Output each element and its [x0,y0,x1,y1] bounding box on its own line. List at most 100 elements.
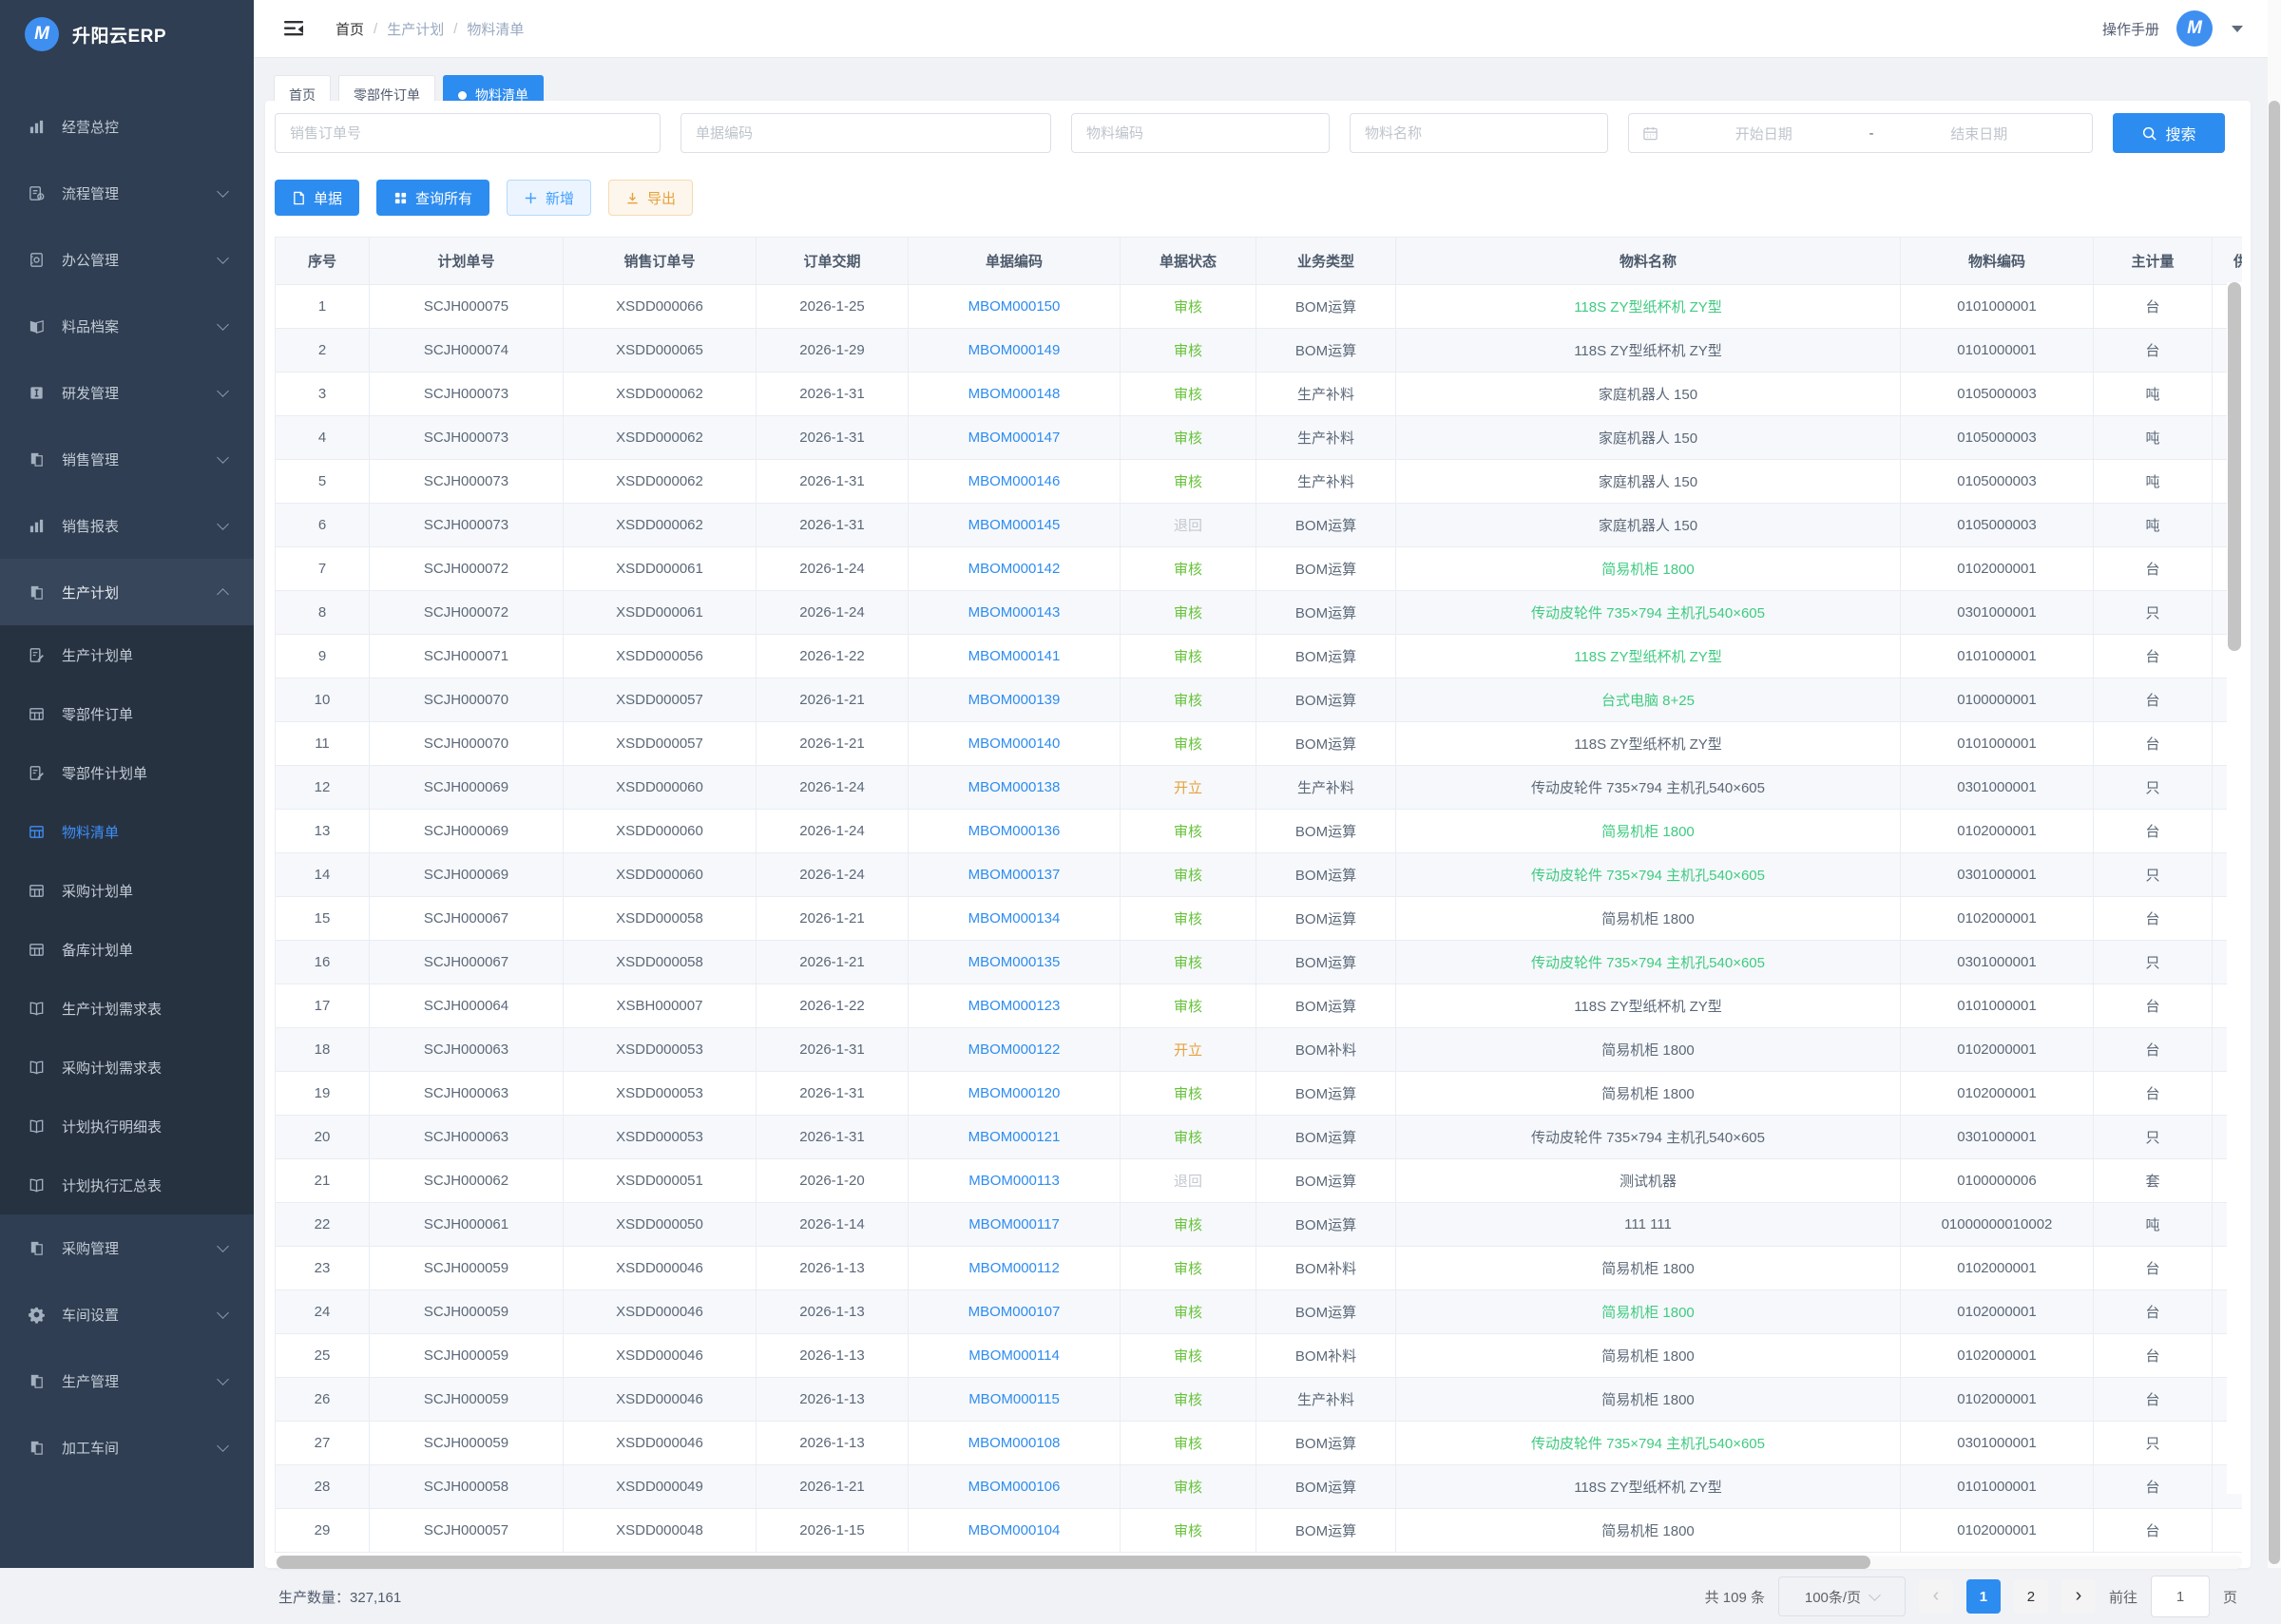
pages-icon [27,449,46,468]
cell-doc[interactable]: MBOM000123 [909,984,1121,1028]
sidebar-item-料品档案[interactable]: 料品档案 [0,293,254,359]
breadcrumb-home[interactable]: 首页 [335,19,364,39]
cell-biz: BOM运算 [1256,285,1396,329]
sidebar-item-研发管理[interactable]: 研发管理 [0,359,254,426]
cell-doc[interactable]: MBOM000112 [909,1247,1121,1290]
cell-doc[interactable]: MBOM000150 [909,285,1121,329]
start-date-placeholder[interactable]: 开始日期 [1664,124,1864,143]
cell-doc[interactable]: MBOM000147 [909,416,1121,460]
sidebar-item-生产计划[interactable]: 生产计划 [0,559,254,625]
user-avatar[interactable]: M [2176,10,2213,47]
table-horizontal-scrollbar[interactable] [277,1556,1870,1569]
cell-doc[interactable]: MBOM000145 [909,504,1121,547]
cell-doc[interactable]: MBOM000143 [909,591,1121,635]
sidebar-item-备库计划单[interactable]: 备库计划单 [0,920,254,979]
cell-due: 2026-1-21 [757,1465,909,1509]
sidebar-item-销售管理[interactable]: 销售管理 [0,426,254,492]
cell-doc[interactable]: MBOM000117 [909,1203,1121,1247]
sidebar-item-计划执行汇总表[interactable]: 计划执行汇总表 [0,1156,254,1214]
tab-零部件订单[interactable]: 零部件订单 [338,75,435,101]
sidebar-item-生产管理[interactable]: 生产管理 [0,1347,254,1414]
cell-doc[interactable]: MBOM000108 [909,1422,1121,1465]
cell-doc[interactable]: MBOM000134 [909,897,1121,941]
cell-plan: SCJH000072 [370,591,564,635]
cell-doc[interactable]: MBOM000139 [909,678,1121,722]
sidebar-item-零部件订单[interactable]: 零部件订单 [0,684,254,743]
archive-icon [27,316,46,335]
cell-doc[interactable]: MBOM000114 [909,1334,1121,1378]
export-button[interactable]: 导出 [608,180,693,216]
page-scrollbar-track [2268,0,2281,1568]
search-button[interactable]: 搜索 [2113,113,2225,153]
sidebar-item-经营总控[interactable]: 经营总控 [0,93,254,160]
cell-doc[interactable]: MBOM000115 [909,1378,1121,1422]
cell-doc[interactable]: MBOM000121 [909,1116,1121,1159]
page-scrollbar[interactable] [2269,101,2280,1564]
sidebar-item-零部件计划单[interactable]: 零部件计划单 [0,743,254,802]
manual-link[interactable]: 操作手册 [2102,19,2159,39]
cell-doc[interactable]: MBOM000141 [909,635,1121,678]
end-date-placeholder[interactable]: 结束日期 [1880,124,2080,143]
page-button-2[interactable]: 2 [2014,1579,2048,1614]
cell-doc[interactable]: MBOM000137 [909,853,1121,897]
cell-doc[interactable]: MBOM000120 [909,1072,1121,1116]
date-range-picker[interactable]: 开始日期 - 结束日期 [1628,113,2093,153]
cell-doc[interactable]: MBOM000106 [909,1465,1121,1509]
sidebar-item-生产计划需求表[interactable]: 生产计划需求表 [0,979,254,1038]
cell-due: 2026-1-31 [757,1028,909,1072]
cell-biz: 生产补料 [1256,1378,1396,1422]
cell-no: 10 [276,678,370,722]
sidebar-item-加工车间[interactable]: 加工车间 [0,1414,254,1481]
next-page-button[interactable]: › [2061,1579,2096,1614]
table-row: 8SCJH000072XSDD0000612026-1-24MBOM000143… [276,591,2243,635]
prev-page-button[interactable]: ‹ [1919,1579,1953,1614]
page-button-1[interactable]: 1 [1966,1579,2001,1614]
tab-物料清单[interactable]: 物料清单 [443,75,544,101]
table-vertical-scrollbar[interactable] [2228,282,2241,651]
sidebar-item-采购计划单[interactable]: 采购计划单 [0,861,254,920]
cell-doc[interactable]: MBOM000146 [909,460,1121,504]
cell-code: 0101000001 [1901,722,2094,766]
cell-doc[interactable]: MBOM000104 [909,1509,1121,1553]
cell-doc[interactable]: MBOM000140 [909,722,1121,766]
material-code-input[interactable] [1071,113,1330,153]
sidebar-item-物料清单[interactable]: 物料清单 [0,802,254,861]
sidebar-item-办公管理[interactable]: 办公管理 [0,226,254,293]
cell-doc[interactable]: MBOM000148 [909,373,1121,416]
page-size-select[interactable]: 100条/页 [1778,1576,1906,1616]
sidebar-item-计划执行明细表[interactable]: 计划执行明细表 [0,1097,254,1156]
total-count: 共 109 条 [1705,1587,1765,1607]
sidebar-item-label: 销售报表 [62,516,219,536]
cell-doc[interactable]: MBOM000149 [909,329,1121,373]
chevron-down-icon [1869,1589,1881,1601]
cell-doc[interactable]: MBOM000136 [909,810,1121,853]
sidebar-item-流程管理[interactable]: 流程管理 [0,160,254,226]
sidebar-item-车间设置[interactable]: 车间设置 [0,1281,254,1347]
tab-首页[interactable]: 首页 [274,75,331,101]
add-button[interactable]: 新增 [507,180,591,216]
cell-status: 审核 [1121,810,1256,853]
user-menu-caret-icon[interactable] [2232,26,2243,32]
app-logo[interactable]: M 升阳云ERP [0,0,254,68]
column-header-no: 序号 [276,238,370,285]
sidebar-item-生产计划单[interactable]: 生产计划单 [0,625,254,684]
collapse-menu-icon[interactable] [282,17,305,40]
doc-code-input[interactable] [680,113,1051,153]
breadcrumb-production-plan[interactable]: 生产计划 [387,19,444,39]
cell-doc[interactable]: MBOM000135 [909,941,1121,984]
cell-doc[interactable]: MBOM000138 [909,766,1121,810]
sidebar-item-采购管理[interactable]: 采购管理 [0,1214,254,1281]
cell-plan: SCJH000074 [370,329,564,373]
goto-page-input[interactable] [2151,1576,2210,1617]
sales-order-input[interactable] [275,113,661,153]
material-name-input[interactable] [1350,113,1608,153]
sidebar-item-采购计划需求表[interactable]: 采购计划需求表 [0,1038,254,1097]
cell-doc[interactable]: MBOM000122 [909,1028,1121,1072]
cell-doc[interactable]: MBOM000113 [909,1159,1121,1203]
cell-due: 2026-1-31 [757,373,909,416]
cell-doc[interactable]: MBOM000107 [909,1290,1121,1334]
document-button[interactable]: 单据 [275,180,359,216]
sidebar-item-销售报表[interactable]: 销售报表 [0,492,254,559]
query-all-button[interactable]: 查询所有 [376,180,489,216]
cell-doc[interactable]: MBOM000142 [909,547,1121,591]
